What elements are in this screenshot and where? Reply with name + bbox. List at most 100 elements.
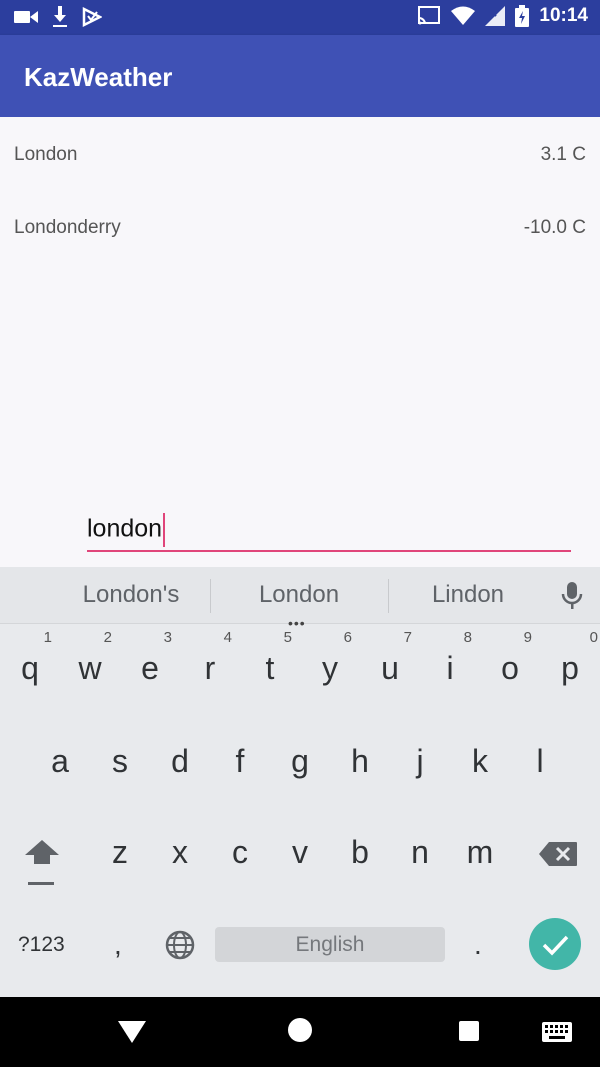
key-t[interactable]: 5t xyxy=(240,625,300,715)
key-g[interactable]: g xyxy=(270,721,330,811)
keyboard-switch-icon[interactable] xyxy=(542,1022,572,1042)
key-label: z xyxy=(112,834,128,870)
city-row-london[interactable]: London 3.1 C xyxy=(0,117,600,190)
system-icons: 10:14 xyxy=(417,5,588,27)
key-j[interactable]: j xyxy=(390,721,450,811)
key-hint: 6 xyxy=(343,629,352,646)
clock: 10:14 xyxy=(539,5,588,26)
key-label: y xyxy=(322,650,338,686)
key-label: x xyxy=(172,834,188,870)
key-n[interactable]: n xyxy=(390,812,450,902)
key-p[interactable]: 0p xyxy=(540,625,600,715)
key-label: g xyxy=(291,743,309,779)
key-label: h xyxy=(351,743,369,779)
key-label: v xyxy=(292,834,308,870)
cast-icon xyxy=(418,6,441,25)
key-label: u xyxy=(381,650,399,686)
key-label: i xyxy=(446,650,454,686)
video-camera-icon xyxy=(14,11,38,23)
key-label: m xyxy=(466,834,494,870)
key-o[interactable]: 9o xyxy=(480,625,540,715)
key-i[interactable]: 8i xyxy=(420,625,480,715)
signal-icon xyxy=(485,6,506,26)
key-label: c xyxy=(232,834,248,870)
key-label: w xyxy=(78,650,102,686)
comma-key[interactable]: , xyxy=(114,929,122,961)
suggestion-3[interactable]: Lindon xyxy=(383,581,553,609)
app-bar: KazWeather xyxy=(0,35,600,117)
suggestion-strip: London's London Lindon ••• xyxy=(0,567,600,631)
soft-keyboard: London's London Lindon ••• 1q 2w 3e 4r 5… xyxy=(0,567,600,997)
key-a[interactable]: a xyxy=(30,721,90,811)
suggestion-1[interactable]: London's xyxy=(46,581,216,609)
key-label: n xyxy=(411,834,429,870)
back-icon[interactable] xyxy=(118,1021,146,1043)
city-name: Londonderry xyxy=(14,217,121,238)
key-k[interactable]: k xyxy=(450,721,510,811)
key-m[interactable]: m xyxy=(450,812,510,902)
key-b[interactable]: b xyxy=(330,812,390,902)
key-label: k xyxy=(472,743,488,779)
key-q[interactable]: 1q xyxy=(0,625,60,715)
home-icon[interactable] xyxy=(288,1018,312,1042)
text-caret xyxy=(163,513,166,547)
key-label: d xyxy=(171,743,189,779)
key-label: j xyxy=(416,743,424,779)
key-r[interactable]: 4r xyxy=(180,625,240,715)
key-l[interactable]: l xyxy=(510,721,570,811)
key-label: f xyxy=(235,743,245,779)
key-label: b xyxy=(351,834,369,870)
key-label: p xyxy=(561,650,579,686)
key-hint: 0 xyxy=(589,629,598,646)
key-label: t xyxy=(265,650,275,686)
recents-icon[interactable] xyxy=(459,1021,479,1041)
key-label: l xyxy=(536,743,544,779)
key-x[interactable]: x xyxy=(150,812,210,902)
key-label: e xyxy=(141,650,159,686)
key-label: o xyxy=(501,650,519,686)
key-hint: 3 xyxy=(163,629,172,646)
period-key[interactable]: . xyxy=(474,929,482,961)
key-e[interactable]: 3e xyxy=(120,625,180,715)
backspace-icon[interactable] xyxy=(538,841,578,867)
key-hint: 1 xyxy=(43,629,52,646)
key-hint: 2 xyxy=(103,629,112,646)
key-label: q xyxy=(21,650,39,686)
play-store-icon xyxy=(82,7,102,27)
key-u[interactable]: 7u xyxy=(360,625,420,715)
key-hint: 7 xyxy=(403,629,412,646)
key-v[interactable]: v xyxy=(270,812,330,902)
search-input[interactable]: london xyxy=(87,510,571,552)
status-bar: 10:14 xyxy=(0,0,600,35)
city-row-londonderry[interactable]: Londonderry -10.0 C xyxy=(0,190,600,263)
enter-button[interactable] xyxy=(529,918,581,970)
shift-icon[interactable] xyxy=(22,837,62,889)
notification-icons xyxy=(14,6,102,28)
microphone-icon[interactable] xyxy=(560,581,584,611)
city-name: London xyxy=(14,144,78,165)
checkmark-icon xyxy=(542,935,569,956)
app-title: KazWeather xyxy=(24,62,173,92)
battery-icon xyxy=(515,5,530,27)
key-f[interactable]: f xyxy=(210,721,270,811)
symbols-key[interactable]: ?123 xyxy=(18,933,65,957)
search-input-text: london xyxy=(87,513,166,547)
city-list: London 3.1 C Londonderry -10.0 C london xyxy=(0,117,600,567)
key-hint: 9 xyxy=(523,629,532,646)
key-s[interactable]: s xyxy=(90,721,150,811)
key-d[interactable]: d xyxy=(150,721,210,811)
key-label: a xyxy=(51,743,69,779)
space-bar[interactable]: English xyxy=(215,927,445,962)
key-c[interactable]: c xyxy=(210,812,270,902)
key-w[interactable]: 2w xyxy=(60,625,120,715)
key-label: r xyxy=(204,650,216,686)
key-z[interactable]: z xyxy=(90,812,150,902)
key-hint: 8 xyxy=(463,629,472,646)
key-h[interactable]: h xyxy=(330,721,390,811)
key-hint: 4 xyxy=(223,629,232,646)
key-hint: 5 xyxy=(283,629,292,646)
suggestion-2[interactable]: London xyxy=(214,581,384,609)
globe-icon[interactable] xyxy=(164,929,196,961)
wifi-icon xyxy=(451,6,476,25)
key-y[interactable]: 6y xyxy=(300,625,360,715)
